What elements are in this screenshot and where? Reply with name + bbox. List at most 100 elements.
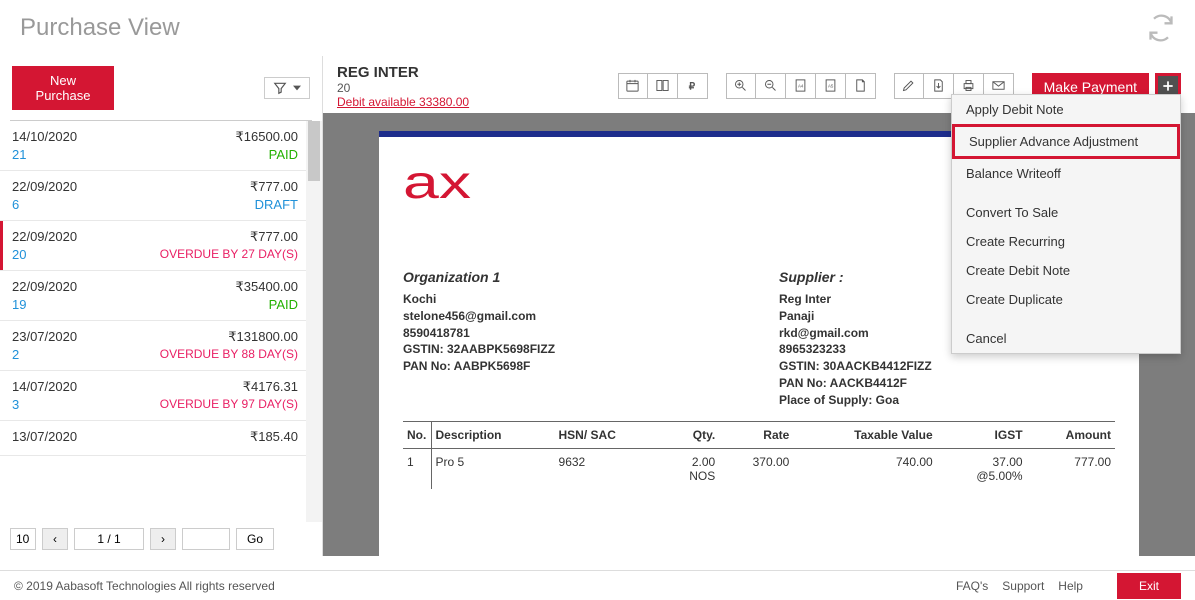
org-line: Kochi xyxy=(403,291,739,308)
svg-text:A4: A4 xyxy=(798,83,804,88)
svg-text:₽: ₽ xyxy=(688,81,695,92)
copyright: © 2019 Aabasoft Technologies All rights … xyxy=(14,579,275,593)
entry-amount: ₹16500.00 xyxy=(236,129,299,145)
scrollbar[interactable] xyxy=(306,121,322,522)
page-icon[interactable] xyxy=(846,73,876,99)
entry-amount: ₹35400.00 xyxy=(236,279,299,295)
entry-status: OVERDUE BY 88 DAY(S) xyxy=(160,347,298,362)
page-input[interactable] xyxy=(74,528,144,550)
list-item[interactable]: 22/09/2020 ₹777.00 20 OVERDUE BY 27 DAY(S) xyxy=(0,221,322,271)
list-icon[interactable] xyxy=(648,73,678,99)
menu-balance-writeoff[interactable]: Balance Writeoff xyxy=(952,159,1180,188)
page-title: Purchase View xyxy=(20,14,180,42)
entry-number[interactable]: 3 xyxy=(12,397,19,412)
exit-button[interactable]: Exit xyxy=(1117,573,1181,599)
pdf-icon[interactable] xyxy=(924,73,954,99)
support-link[interactable]: Support xyxy=(1002,579,1044,593)
entry-status: PAID xyxy=(269,297,298,312)
col-desc: Description xyxy=(431,421,555,448)
entry-amount: ₹185.40 xyxy=(250,429,298,445)
menu-create-debit[interactable]: Create Debit Note xyxy=(952,256,1180,285)
menu-create-recurring[interactable]: Create Recurring xyxy=(952,227,1180,256)
org-line: 8590418781 xyxy=(403,325,739,342)
menu-cancel[interactable]: Cancel xyxy=(952,324,1180,353)
funnel-icon xyxy=(273,81,287,95)
debit-link[interactable]: Debit available 33380.00 xyxy=(337,95,469,109)
entry-date: 14/07/2020 xyxy=(12,379,77,395)
entry-date: 22/09/2020 xyxy=(12,279,77,295)
detail-sub: 20 xyxy=(337,81,469,95)
invoice-table: No. Description HSN/ SAC Qty. Rate Taxab… xyxy=(403,421,1115,489)
pager: 10 ‹ › Go xyxy=(0,522,322,556)
col-no: No. xyxy=(403,421,431,448)
table-row: 1 Pro 5 9632 2.00NOS 370.00 740.00 37.00… xyxy=(403,448,1115,489)
next-page-button[interactable]: › xyxy=(150,528,176,550)
entry-number[interactable]: 20 xyxy=(12,247,26,262)
col-qty: Qty. xyxy=(663,421,719,448)
col-amt: Amount xyxy=(1027,421,1115,448)
edit-icon[interactable] xyxy=(894,73,924,99)
goto-input[interactable] xyxy=(182,528,230,550)
menu-create-duplicate[interactable]: Create Duplicate xyxy=(952,285,1180,314)
faq-link[interactable]: FAQ's xyxy=(956,579,988,593)
chevron-down-icon xyxy=(293,84,301,92)
org-line: GSTIN: 32AABPK5698FIZZ xyxy=(403,341,739,358)
entry-amount: ₹131800.00 xyxy=(228,329,298,345)
prev-page-button[interactable]: ‹ xyxy=(42,528,68,550)
list-item[interactable]: 14/07/2020 ₹4176.31 3 OVERDUE BY 97 DAY(S) xyxy=(0,371,322,421)
format-a4-icon[interactable]: A4 xyxy=(786,73,816,99)
supplier-line: GSTIN: 30AACKB4412FIZZ xyxy=(779,358,1115,375)
zoom-in-icon[interactable] xyxy=(726,73,756,99)
svg-text:A5: A5 xyxy=(828,83,834,88)
supplier-line: Place of Supply: Goa xyxy=(779,392,1115,409)
org-line: PAN No: AABPK5698F xyxy=(403,358,739,375)
entry-date: 23/07/2020 xyxy=(12,329,77,345)
menu-apply-debit[interactable]: Apply Debit Note xyxy=(952,95,1180,124)
col-hsn: HSN/ SAC xyxy=(555,421,663,448)
calendar-icon[interactable] xyxy=(618,73,648,99)
entry-amount: ₹777.00 xyxy=(250,179,298,195)
page-size-select[interactable]: 10 xyxy=(10,528,36,550)
detail-panel: REG INTER 20 Debit available 33380.00 ₽ … xyxy=(323,56,1195,556)
entry-date: 13/07/2020 xyxy=(12,429,77,445)
menu-supplier-advance[interactable]: Supplier Advance Adjustment xyxy=(952,124,1180,159)
list-item[interactable]: 14/10/2020 ₹16500.00 21 PAID xyxy=(0,121,322,171)
entry-number[interactable]: 21 xyxy=(12,147,26,162)
help-link[interactable]: Help xyxy=(1058,579,1083,593)
entry-status: PAID xyxy=(269,147,298,162)
go-button[interactable]: Go xyxy=(236,528,274,550)
footer: © 2019 Aabasoft Technologies All rights … xyxy=(0,570,1195,600)
purchase-list: 14/10/2020 ₹16500.00 21 PAID 22/09/2020 ₹777… xyxy=(0,121,322,522)
zoom-out-icon[interactable] xyxy=(756,73,786,99)
actions-menu: Apply Debit Note Supplier Advance Adjust… xyxy=(951,94,1181,354)
entry-number[interactable]: 2 xyxy=(12,347,19,362)
entry-amount: ₹777.00 xyxy=(250,229,298,245)
list-item[interactable]: 22/09/2020 ₹777.00 6 DRAFT xyxy=(0,171,322,221)
format-a5-icon[interactable]: A5 xyxy=(816,73,846,99)
entry-date: 22/09/2020 xyxy=(12,229,77,245)
org-line: stelone456@gmail.com xyxy=(403,308,739,325)
new-purchase-button[interactable]: New Purchase xyxy=(12,66,114,110)
entry-status: DRAFT xyxy=(255,197,298,212)
entry-number[interactable]: 6 xyxy=(12,197,19,212)
app-header: Purchase View xyxy=(0,0,1195,56)
filter-button[interactable] xyxy=(264,77,310,99)
entry-number[interactable]: 19 xyxy=(12,297,26,312)
org-title: Organization 1 xyxy=(403,269,739,285)
list-item[interactable]: 22/09/2020 ₹35400.00 19 PAID xyxy=(0,271,322,321)
entry-date: 22/09/2020 xyxy=(12,179,77,195)
sidebar: New Purchase 14/10/2020₹16500.00 21PAID2… xyxy=(0,56,323,556)
menu-convert-sale[interactable]: Convert To Sale xyxy=(952,198,1180,227)
rupee-icon[interactable]: ₽ xyxy=(678,73,708,99)
entry-status: OVERDUE BY 27 DAY(S) xyxy=(160,247,298,262)
entry-status: OVERDUE BY 97 DAY(S) xyxy=(160,397,298,412)
entry-amount: ₹4176.31 xyxy=(243,379,298,395)
refresh-icon[interactable] xyxy=(1147,14,1175,42)
supplier-line: PAN No: AACKB4412F xyxy=(779,375,1115,392)
col-igst: IGST xyxy=(937,421,1027,448)
entry-date: 14/10/2020 xyxy=(12,129,77,145)
col-tax: Taxable Value xyxy=(793,421,936,448)
list-item[interactable]: 23/07/2020 ₹131800.00 2 OVERDUE BY 88 DAY(… xyxy=(0,321,322,371)
list-item[interactable]: 13/07/2020 ₹185.40 xyxy=(0,421,322,456)
detail-title: REG INTER xyxy=(337,64,469,81)
